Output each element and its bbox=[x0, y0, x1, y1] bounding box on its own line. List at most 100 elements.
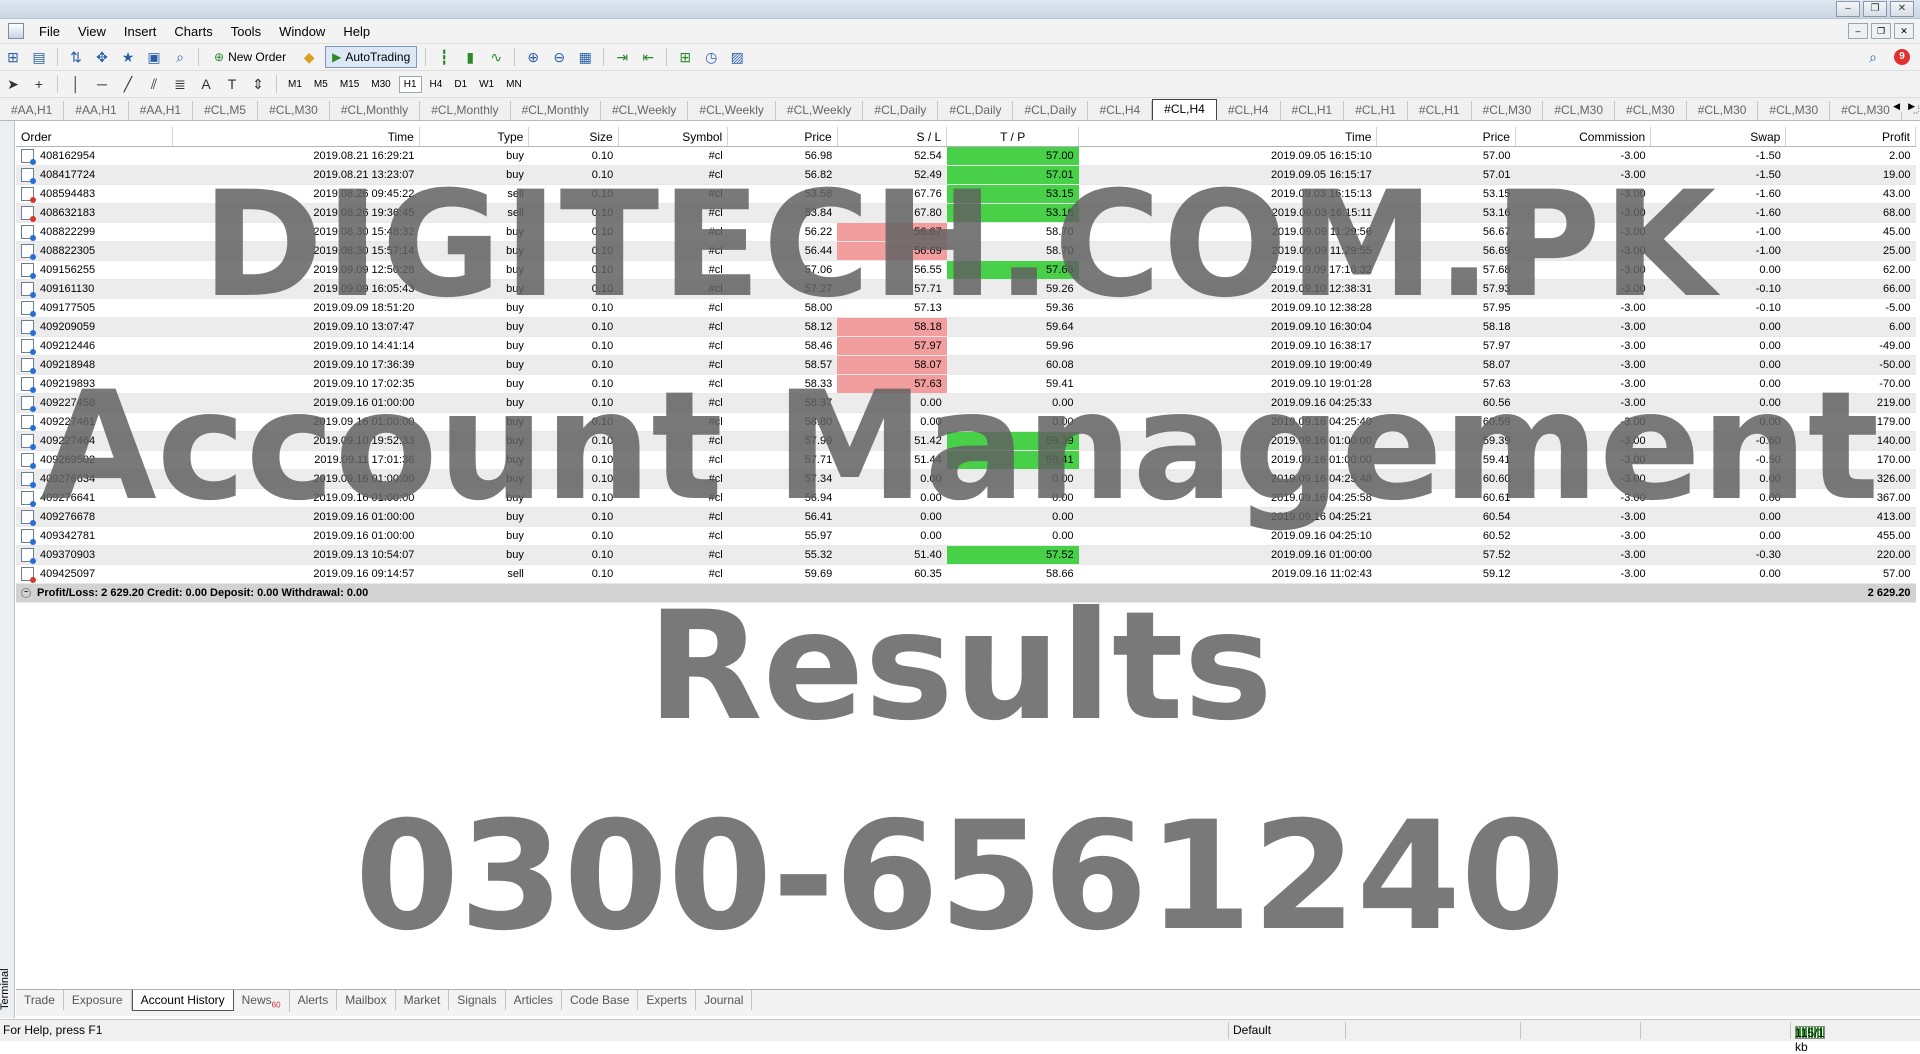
line-chart-icon[interactable]: ∿ bbox=[486, 47, 506, 67]
crosshair-icon[interactable]: + bbox=[29, 74, 49, 94]
table-row[interactable]: 409161130 2019.09.09 16:05:43 buy 0.10 #cl 57… bbox=[16, 279, 1916, 299]
tab-exposure[interactable]: Exposure bbox=[64, 990, 132, 1010]
timeframe-m5[interactable]: M5 bbox=[310, 77, 332, 92]
menu-tools[interactable]: Tools bbox=[222, 24, 270, 39]
table-row[interactable]: 409276678 2019.09.16 01:00:00 buy 0.10 #cl 56… bbox=[16, 507, 1916, 527]
col-size[interactable]: Size bbox=[528, 127, 619, 147]
chart-tab[interactable]: #CL,Monthly bbox=[330, 101, 421, 120]
table-row[interactable]: 409227461 2019.09.16 01:00:00 buy 0.10 #cl 58… bbox=[16, 412, 1916, 432]
notification-badge[interactable]: 9 bbox=[1894, 49, 1910, 65]
table-row[interactable]: 408162954 2019.08.21 16:29:21 buy 0.10 #cl 56… bbox=[16, 146, 1916, 166]
table-row[interactable]: 409342781 2019.09.16 01:00:00 buy 0.10 #cl 55… bbox=[16, 526, 1916, 546]
bar-chart-icon[interactable]: ┇ bbox=[434, 47, 454, 67]
menu-view[interactable]: View bbox=[69, 24, 115, 39]
tab-account-history[interactable]: Account History bbox=[131, 990, 234, 1011]
scroll-right-icon[interactable]: ▶ bbox=[1905, 101, 1918, 112]
fibonacci-icon[interactable]: ≣ bbox=[170, 74, 190, 94]
table-row[interactable]: 409227458 2019.09.16 01:00:00 buy 0.10 #cl 58… bbox=[16, 393, 1916, 413]
col-close-time[interactable]: Time bbox=[1078, 127, 1378, 147]
chart-tab[interactable]: #CL,M30 bbox=[258, 101, 330, 120]
mdi-minimize-button[interactable]: – bbox=[1848, 23, 1868, 39]
new-order-button[interactable]: ⊕ New Order bbox=[207, 46, 293, 68]
search-icon[interactable]: ⌕ bbox=[1863, 47, 1883, 67]
timeframe-mn[interactable]: MN bbox=[502, 77, 526, 92]
collapse-icon[interactable]: − bbox=[21, 588, 31, 599]
col-swap[interactable]: Swap bbox=[1650, 127, 1787, 147]
text-icon[interactable]: A bbox=[196, 74, 216, 94]
tab-code-base[interactable]: Code Base bbox=[562, 990, 639, 1010]
chart-tab[interactable]: #CL,Monthly bbox=[420, 101, 511, 120]
chart-tab[interactable]: #CL,M30 bbox=[1543, 101, 1616, 120]
timeframe-w1[interactable]: W1 bbox=[475, 77, 498, 92]
chart-tab[interactable]: #CL,Daily bbox=[938, 101, 1014, 120]
col-symbol[interactable]: Symbol bbox=[618, 127, 729, 147]
cursor-icon[interactable]: ➤ bbox=[3, 74, 23, 94]
close-button[interactable]: ✕ bbox=[1890, 1, 1914, 17]
channel-icon[interactable]: ⫽ bbox=[144, 74, 164, 94]
table-row[interactable]: 408594483 2019.08.26 09:45:22 sell 0.10 #cl 5… bbox=[16, 184, 1916, 204]
chart-tab[interactable]: #CL,H4 bbox=[1152, 99, 1217, 120]
timeframe-m1[interactable]: M1 bbox=[284, 77, 306, 92]
col-close-price[interactable]: Price bbox=[1376, 127, 1516, 147]
table-row[interactable]: 409425097 2019.09.16 09:14:57 sell 0.10 #cl 5… bbox=[16, 564, 1916, 584]
tab-market[interactable]: Market bbox=[396, 990, 450, 1010]
chart-tab[interactable]: #AA,H1 bbox=[0, 101, 65, 120]
chart-tab[interactable]: #CL,H1 bbox=[1344, 101, 1408, 120]
chart-shift-icon[interactable]: ⇥ bbox=[612, 47, 632, 67]
chart-tab[interactable]: #CL,M30 bbox=[1687, 101, 1759, 120]
tab-experts[interactable]: Experts bbox=[638, 990, 697, 1010]
timeframe-m30[interactable]: M30 bbox=[367, 77, 394, 92]
tab-alerts[interactable]: Alerts bbox=[290, 990, 338, 1010]
indicators-icon[interactable]: ⊞ bbox=[675, 47, 695, 67]
zoom-in-icon[interactable]: ⊕ bbox=[523, 47, 543, 67]
autoscroll-icon[interactable]: ⇤ bbox=[638, 47, 658, 67]
table-row[interactable]: 409209059 2019.09.10 13:07:47 buy 0.10 #cl 58… bbox=[16, 317, 1916, 337]
templates-icon[interactable]: ▨ bbox=[727, 47, 747, 67]
menu-help[interactable]: Help bbox=[334, 24, 379, 39]
text-label-icon[interactable]: T bbox=[222, 74, 242, 94]
profiles-icon[interactable]: ▤ bbox=[29, 47, 49, 67]
minimize-button[interactable]: – bbox=[1836, 1, 1860, 17]
chart-tab[interactable]: #CL,Daily bbox=[1013, 101, 1089, 120]
market-watch-icon[interactable]: ⇅ bbox=[66, 47, 86, 67]
autotrading-button[interactable]: ▶ AutoTrading bbox=[325, 46, 418, 68]
chart-tab[interactable]: #CL,H1 bbox=[1281, 101, 1345, 120]
menu-insert[interactable]: Insert bbox=[115, 24, 166, 39]
menu-window[interactable]: Window bbox=[270, 24, 334, 39]
zoom-out-icon[interactable]: ⊖ bbox=[549, 47, 569, 67]
col-tp[interactable]: T / P bbox=[946, 127, 1080, 147]
table-row[interactable]: 408417724 2019.08.21 13:23:07 buy 0.10 #cl 56… bbox=[16, 165, 1916, 185]
table-row[interactable]: 409276641 2019.09.16 01:00:00 buy 0.10 #cl 56… bbox=[16, 488, 1916, 508]
chart-tab[interactable]: #CL,M5 bbox=[193, 101, 259, 120]
timeframe-d1[interactable]: D1 bbox=[450, 77, 471, 92]
tab-trade[interactable]: Trade bbox=[16, 990, 64, 1010]
table-row[interactable]: 409227464 2019.09.10 19:52:33 buy 0.10 #cl 57… bbox=[16, 431, 1916, 451]
table-row[interactable]: 409269502 2019.09.11 17:01:36 buy 0.10 #cl 57… bbox=[16, 450, 1916, 470]
horizontal-line-icon[interactable]: ─ bbox=[92, 74, 112, 94]
metaeditor-icon[interactable]: ◆ bbox=[299, 47, 319, 67]
col-open-time[interactable]: Time bbox=[172, 127, 420, 147]
col-profit[interactable]: Profit bbox=[1785, 127, 1916, 147]
terminal-icon[interactable]: ▣ bbox=[144, 47, 164, 67]
tab-news[interactable]: News60 bbox=[234, 990, 290, 1013]
table-row[interactable]: 409212446 2019.09.10 14:41:14 buy 0.10 #cl 58… bbox=[16, 336, 1916, 356]
mdi-restore-button[interactable]: ❐ bbox=[1871, 23, 1891, 39]
mdi-close-button[interactable]: ✕ bbox=[1894, 23, 1914, 39]
tile-windows-icon[interactable]: ▦ bbox=[575, 47, 595, 67]
tab-signals[interactable]: Signals bbox=[449, 990, 506, 1010]
strategy-tester-icon[interactable]: ⌕ bbox=[170, 47, 190, 67]
timeframe-h4[interactable]: H4 bbox=[426, 77, 447, 92]
chart-tab[interactable]: #CL,M30 bbox=[1472, 101, 1544, 120]
candlestick-icon[interactable]: ▮ bbox=[460, 47, 480, 67]
table-row[interactable]: 408822305 2019.08.30 15:57:14 buy 0.10 #cl 56… bbox=[16, 241, 1916, 261]
timeframe-m15[interactable]: M15 bbox=[336, 77, 363, 92]
chart-tab[interactable]: #CL,Weekly bbox=[776, 101, 864, 120]
chart-tab[interactable]: #CL,H1 bbox=[1408, 101, 1472, 120]
menu-charts[interactable]: Charts bbox=[165, 24, 221, 39]
periods-icon[interactable]: ◷ bbox=[701, 47, 721, 67]
chart-tab[interactable]: #CL,Monthly bbox=[511, 101, 601, 120]
trendline-icon[interactable]: ╱ bbox=[118, 74, 138, 94]
vertical-line-icon[interactable]: │ bbox=[66, 74, 86, 94]
chart-tab[interactable]: #CL,Daily bbox=[863, 101, 939, 120]
tab-mailbox[interactable]: Mailbox bbox=[337, 990, 396, 1010]
